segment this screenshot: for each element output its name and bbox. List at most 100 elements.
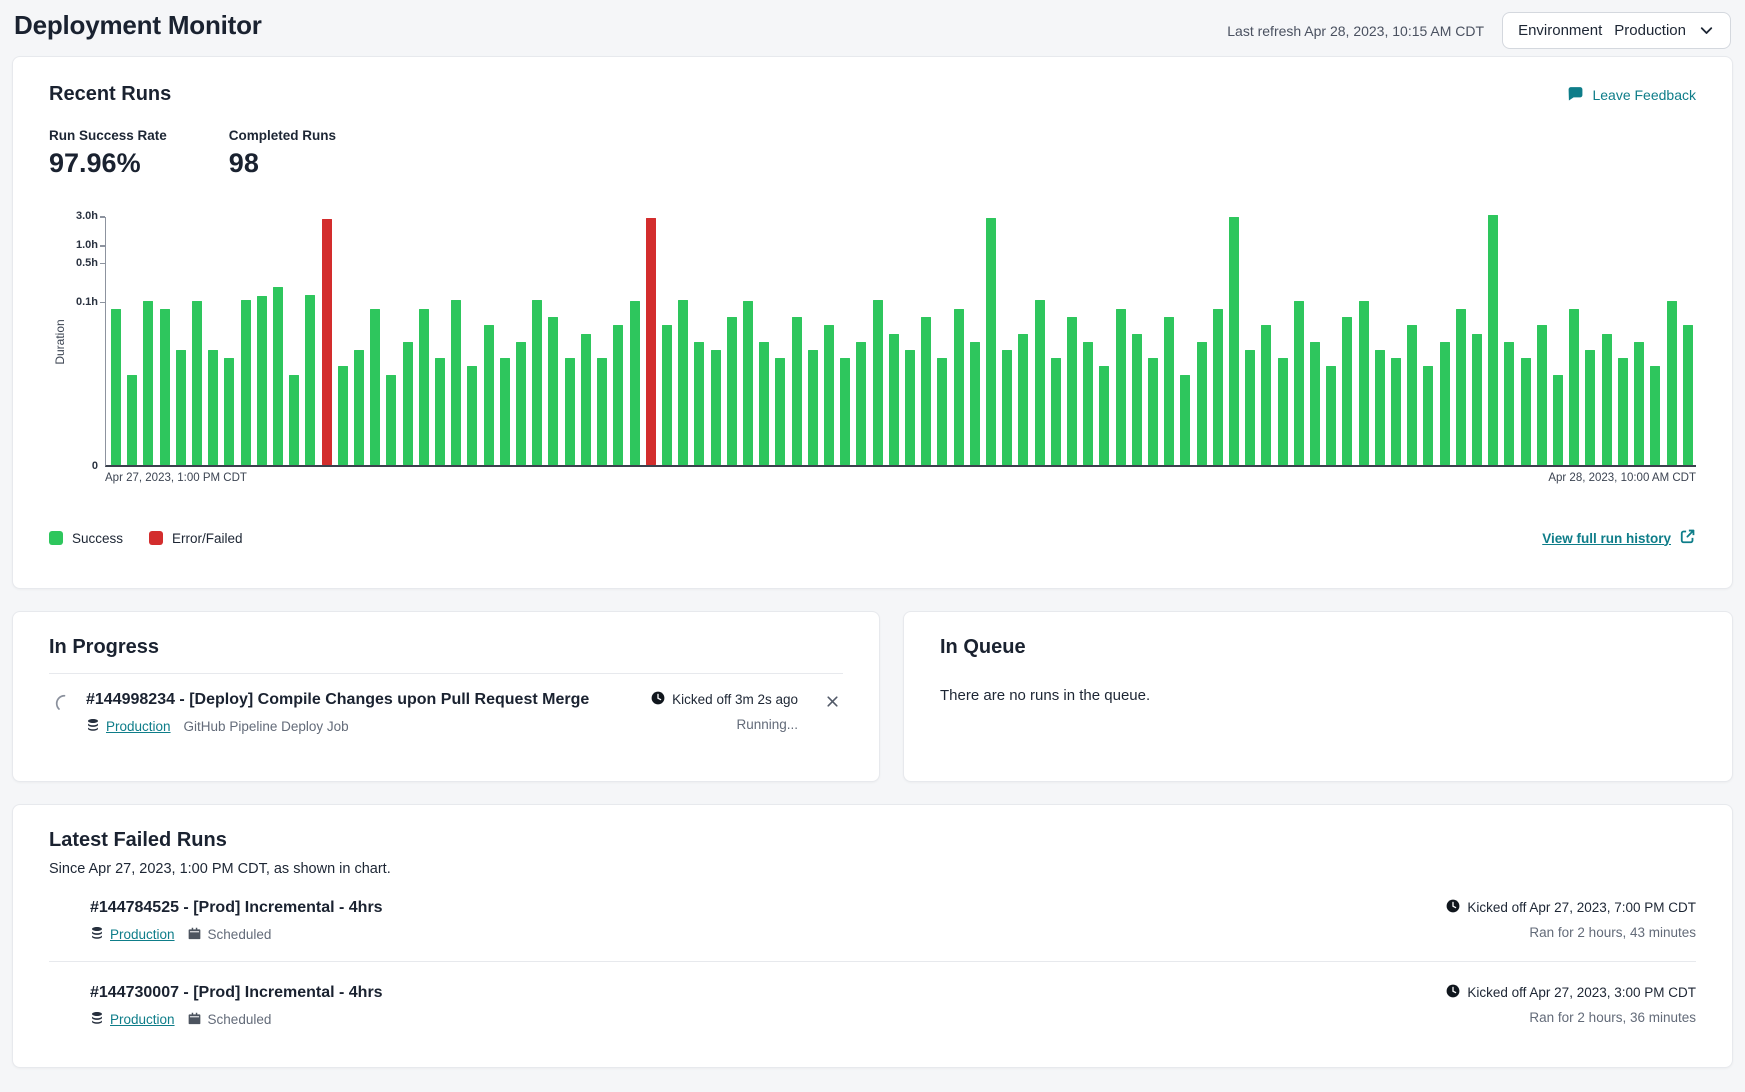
dismiss-run-button[interactable]	[822, 691, 843, 715]
chart-bar-success[interactable]	[500, 358, 510, 465]
leave-feedback-link[interactable]: Leave Feedback	[1567, 85, 1696, 105]
chart-bar-success[interactable]	[759, 342, 769, 465]
chart-bar-success[interactable]	[1342, 317, 1352, 465]
chart-bar-success[interactable]	[257, 296, 267, 465]
chart-bar-success[interactable]	[1391, 358, 1401, 465]
chart-bar-success[interactable]	[678, 300, 688, 465]
chart-bar-success[interactable]	[1099, 366, 1109, 465]
chart-bar-success[interactable]	[1650, 366, 1660, 465]
chart-bar-success[interactable]	[1521, 358, 1531, 465]
chart-bar-success[interactable]	[1472, 334, 1482, 465]
chart-bar-success[interactable]	[1245, 350, 1255, 465]
chart-bar-success[interactable]	[111, 309, 121, 465]
chart-bar-success[interactable]	[1116, 309, 1126, 465]
chart-bar-success[interactable]	[305, 295, 315, 465]
chart-bar-success[interactable]	[921, 317, 931, 465]
chart-bar-success[interactable]	[1618, 358, 1628, 465]
chart-bar-success[interactable]	[1359, 301, 1369, 465]
chart-bar-success[interactable]	[208, 350, 218, 465]
chart-bar-success[interactable]	[1553, 375, 1563, 465]
chart-bar-success[interactable]	[856, 342, 866, 465]
chart-bar-failed[interactable]	[322, 219, 332, 465]
chart-bar-success[interactable]	[1261, 325, 1271, 465]
chart-bar-success[interactable]	[662, 325, 672, 465]
chart-bar-success[interactable]	[581, 334, 591, 465]
chart-bar-success[interactable]	[954, 309, 964, 465]
chart-bar-success[interactable]	[743, 301, 753, 465]
chart-bar-success[interactable]	[889, 334, 899, 465]
chart-bar-success[interactable]	[1537, 325, 1547, 465]
chart-bar-success[interactable]	[840, 358, 850, 465]
production-environment-link[interactable]: Production	[90, 1011, 175, 1028]
chart-bar-success[interactable]	[273, 287, 283, 465]
chart-bar-success[interactable]	[354, 350, 364, 465]
chart-bar-success[interactable]	[1634, 342, 1644, 465]
chart-bar-success[interactable]	[1440, 342, 1450, 465]
chart-bar-success[interactable]	[143, 301, 153, 465]
chart-bar-success[interactable]	[548, 317, 558, 465]
chart-bar-success[interactable]	[630, 301, 640, 465]
chart-bar-success[interactable]	[1067, 317, 1077, 465]
chart-bar-success[interactable]	[824, 325, 834, 465]
chart-bar-success[interactable]	[160, 309, 170, 465]
chart-bar-success[interactable]	[176, 350, 186, 465]
chart-bar-success[interactable]	[986, 218, 996, 465]
chart-bar-success[interactable]	[224, 358, 234, 465]
chart-bar-success[interactable]	[711, 350, 721, 465]
chart-bar-success[interactable]	[1310, 342, 1320, 465]
chart-bar-success[interactable]	[792, 317, 802, 465]
chart-bar-success[interactable]	[484, 325, 494, 465]
chart-bar-success[interactable]	[1423, 366, 1433, 465]
chart-bar-success[interactable]	[192, 301, 202, 465]
chart-bar-success[interactable]	[694, 342, 704, 465]
chart-bar-success[interactable]	[905, 350, 915, 465]
chart-bar-success[interactable]	[370, 309, 380, 465]
chart-bar-success[interactable]	[338, 366, 348, 465]
chart-bar-success[interactable]	[1602, 334, 1612, 465]
chart-bar-success[interactable]	[403, 342, 413, 465]
chart-bar-success[interactable]	[289, 375, 299, 465]
chart-bar-success[interactable]	[241, 300, 251, 465]
chart-bar-success[interactable]	[1213, 309, 1223, 465]
chart-bar-success[interactable]	[1035, 300, 1045, 465]
chart-bar-success[interactable]	[516, 342, 526, 465]
chart-bar-success[interactable]	[970, 342, 980, 465]
chart-bar-success[interactable]	[127, 375, 137, 465]
chart-bar-success[interactable]	[386, 375, 396, 465]
production-environment-link[interactable]: Production	[90, 926, 175, 943]
chart-bar-success[interactable]	[1683, 325, 1693, 465]
chart-bar-success[interactable]	[451, 300, 461, 465]
chart-bar-success[interactable]	[467, 366, 477, 465]
chart-bar-success[interactable]	[1083, 342, 1093, 465]
chart-bar-success[interactable]	[775, 358, 785, 465]
chart-bar-success[interactable]	[1018, 334, 1028, 465]
chart-bar-success[interactable]	[1002, 350, 1012, 465]
chart-bar-success[interactable]	[873, 300, 883, 465]
chart-bar-success[interactable]	[1229, 217, 1239, 465]
chart-bar-success[interactable]	[1164, 317, 1174, 465]
chart-bar-success[interactable]	[1051, 358, 1061, 465]
chart-bar-success[interactable]	[435, 358, 445, 465]
chart-bar-success[interactable]	[1569, 309, 1579, 465]
chart-bar-success[interactable]	[937, 358, 947, 465]
chart-bar-success[interactable]	[1488, 215, 1498, 465]
chart-bar-success[interactable]	[419, 309, 429, 465]
chart-bar-success[interactable]	[1294, 301, 1304, 465]
chart-bar-success[interactable]	[565, 358, 575, 465]
chart-bar-success[interactable]	[1132, 334, 1142, 465]
chart-bar-success[interactable]	[1375, 350, 1385, 465]
chart-bar-success[interactable]	[1148, 358, 1158, 465]
environment-dropdown[interactable]: Environment Production	[1502, 12, 1731, 49]
chart-bar-success[interactable]	[1180, 375, 1190, 465]
chart-bar-success[interactable]	[1504, 342, 1514, 465]
chart-bar-success[interactable]	[1456, 309, 1466, 465]
chart-bar-success[interactable]	[1326, 366, 1336, 465]
chart-bar-success[interactable]	[1197, 342, 1207, 465]
chart-bar-success[interactable]	[613, 325, 623, 465]
chart-bar-success[interactable]	[1407, 325, 1417, 465]
view-full-run-history-link[interactable]: View full run history	[1542, 528, 1696, 548]
chart-bar-success[interactable]	[1278, 358, 1288, 465]
chart-bar-success[interactable]	[1667, 301, 1677, 465]
chart-bar-success[interactable]	[532, 300, 542, 465]
production-environment-link[interactable]: Production	[86, 718, 171, 735]
